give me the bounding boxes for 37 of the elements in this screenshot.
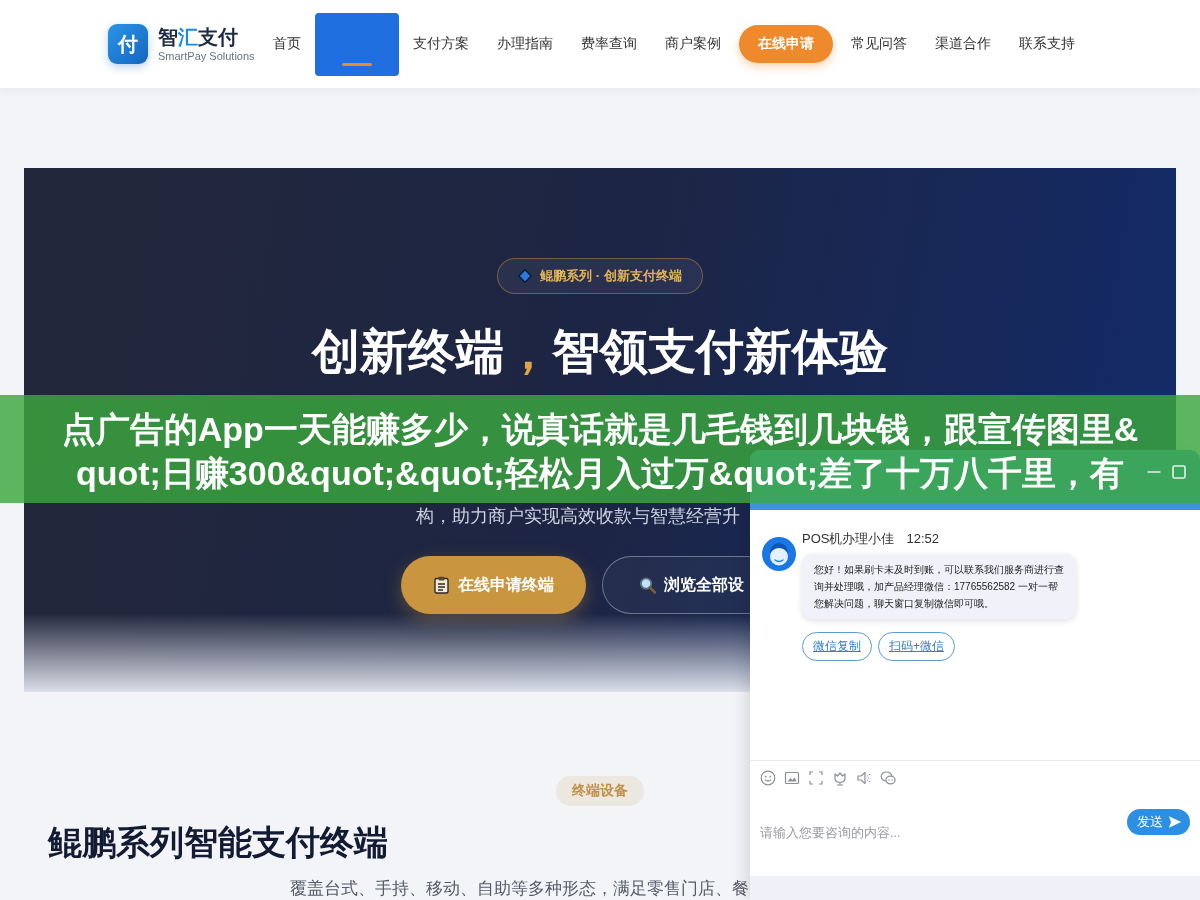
message-time: 12:52 [906,532,939,546]
section-subtitle: 覆盖台式、手持、移动、自助等多种形态，满足零售门店、餐 [290,878,749,900]
message-input[interactable]: 请输入您要咨询的内容... [760,795,1117,865]
frame-corners-icon[interactable] [808,770,824,786]
brand-name: 智汇支付 [158,25,239,49]
avatar-icon [762,537,796,571]
reply-option-button[interactable]: 扫码+微信 [878,632,955,661]
nav-tab[interactable]: 支付方案 [399,12,483,76]
clipboard-icon [433,576,450,594]
logo-mark[interactable]: 付 [108,24,148,64]
badge-label: 鲲鹏系列 · 创新支付终端 [540,267,682,285]
emoji-icon[interactable] [760,770,776,786]
nav-tab[interactable] [315,12,399,76]
section-tag: 终端设备 [556,776,644,806]
nav-tab[interactable]: 常见问答 [837,12,921,76]
headline-banner: 点广告的App一天能赚多少，说真话就是几毛钱到几块钱，跟宣传图里&quot;日赚300&quot;&quot;轻松月入过万&quot;差了十万八千里，有 [0,395,1200,503]
chat-bubbles-icon[interactable] [880,770,896,786]
nav-tab[interactable]: 联系支持 [1005,12,1089,76]
nav-tab[interactable]: 首页 [259,12,315,76]
nav-tab[interactable]: 商户案例 [651,12,735,76]
maximize-icon[interactable] [1172,465,1186,479]
nav-tab[interactable]: 费率查询 [567,12,651,76]
nav-tab[interactable]: 办理指南 [483,12,567,76]
sender-name: POS机办理小佳 [802,532,895,546]
nav-tab[interactable]: 渠道合作 [921,12,1005,76]
diamond-icon [518,269,533,283]
hero-text: 构，助力商户实现高效收款与智慧经营升 [416,505,740,528]
section-title: 鲲鹏系列智能支付终端 [48,822,388,863]
search-icon [639,576,656,594]
brand-tagline: SmartPay Solutions [158,49,255,63]
send-arrow-icon [1168,815,1182,829]
hero-title: 创新终端，智领支付新体验 [312,324,888,380]
reply-option-button[interactable]: 微信复制 [802,632,872,661]
message-bubble: 您好！如果刷卡未及时到账，可以联系我们服务商进行查询并处理哦，加产品经理微信：17765562582 一对一帮您解决问题，聊天窗口复制微信即可哦。 [802,554,1076,619]
tulip-icon[interactable] [832,770,848,786]
image-icon[interactable] [784,770,800,786]
speaker-icon[interactable] [856,770,872,786]
